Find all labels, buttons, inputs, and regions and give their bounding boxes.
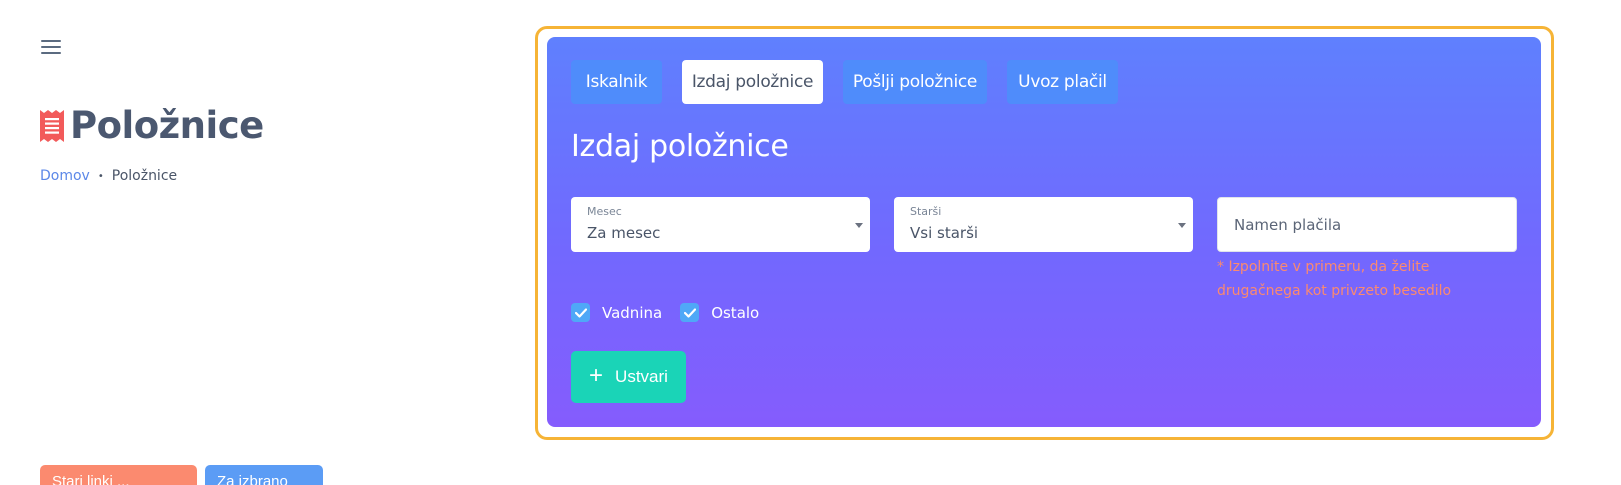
month-select[interactable]: Mesec Za mesec [571, 197, 870, 252]
tab-bar: Iskalnik Izdaj položnice Pošlji položnic… [571, 60, 1138, 104]
old-links-button[interactable]: Stari linki ... [40, 465, 197, 485]
plus-icon: + [589, 361, 604, 389]
breadcrumb-separator: • [97, 170, 104, 182]
check-icon[interactable] [571, 303, 590, 322]
payment-purpose-hint: * Izpolnite v primeru, da želite drugačn… [1217, 259, 1452, 299]
checkbox-ostalo[interactable]: Ostalo [680, 303, 759, 322]
chevron-down-icon [855, 223, 863, 228]
receipt-icon [40, 109, 64, 142]
checkbox-vadnina[interactable]: Vadnina [571, 303, 662, 322]
create-button[interactable]: + Ustvari [571, 351, 686, 403]
breadcrumb: Domov • Položnice [40, 168, 177, 184]
hamburger-menu-icon[interactable] [41, 40, 61, 58]
checkbox-group: Vadnina Ostalo [571, 303, 777, 322]
checkbox-ostalo-label: Ostalo [711, 303, 760, 322]
parents-select-value: Vsi starši [910, 224, 979, 242]
issue-invoices-card: Iskalnik Izdaj položnice Pošlji položnic… [547, 37, 1541, 427]
tab-send-invoices[interactable]: Pošlji položnice [843, 60, 987, 104]
check-icon[interactable] [680, 303, 700, 322]
bulk-select-button[interactable]: Za izbrano [205, 465, 323, 485]
breadcrumb-current: Položnice [111, 168, 178, 184]
checkbox-vadnina-label: Vadnina [602, 303, 663, 322]
chevron-down-icon [1178, 223, 1186, 228]
breadcrumb-home-link[interactable]: Domov [40, 168, 90, 184]
parents-select[interactable]: Starši Vsi starši [894, 197, 1193, 252]
parents-select-label: Starši [910, 205, 942, 218]
create-button-label: Ustvari [615, 367, 668, 386]
card-title: Izdaj položnice [571, 129, 789, 164]
page-header: Položnice [40, 104, 264, 147]
payment-purpose-input[interactable] [1218, 198, 1516, 251]
month-select-value: Za mesec [587, 224, 661, 242]
tab-issue-invoices[interactable]: Izdaj položnice [682, 60, 823, 104]
payment-purpose-field [1217, 197, 1517, 252]
tab-import-payments[interactable]: Uvoz plačil [1007, 60, 1118, 104]
bottom-action-bar: Stari linki ... Za izbrano [40, 465, 323, 485]
month-select-label: Mesec [587, 205, 622, 218]
page-title: Položnice [70, 104, 264, 147]
tab-search[interactable]: Iskalnik [571, 60, 662, 104]
